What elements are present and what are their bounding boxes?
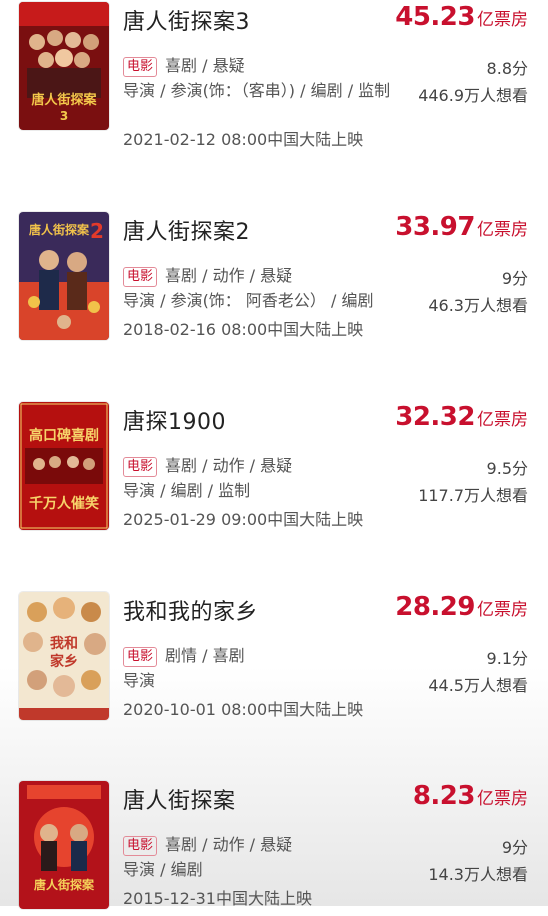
genre-row: 电影 喜剧 / 动作 / 悬疑 (123, 452, 292, 477)
movie-title[interactable]: 唐人街探案 (123, 783, 236, 815)
box-office-number: 45.23 (395, 2, 475, 32)
cast-roles: 导演 / 编剧 / 监制 (123, 481, 251, 500)
movie-title[interactable]: 唐人街探案3 (123, 4, 250, 36)
type-badge: 电影 (123, 647, 158, 667)
movie-item[interactable]: 唐人街探案 2 唐人街探案2 33.97 亿票房 电影 喜剧 / 动作 / 悬疑 9… (0, 212, 548, 347)
svg-text:我和: 我和 (50, 636, 78, 652)
box-office: 32.32 亿票房 (395, 402, 528, 432)
release-date: 2015-12-31中国大陆上映 (123, 889, 312, 908)
score: 9分 (501, 838, 528, 857)
svg-text:唐人街探案: 唐人街探案 (29, 222, 90, 237)
cast-roles: 导演 / 编剧 (123, 860, 203, 879)
genre-row: 电影 喜剧 / 悬疑 (123, 52, 245, 77)
release-date: 2025-01-29 09:00中国大陆上映 (123, 510, 364, 529)
want-to-see: 117.7万人想看 (418, 486, 528, 505)
box-office: 28.29 亿票房 (395, 592, 528, 622)
box-office: 33.97 亿票房 (395, 212, 528, 242)
svg-text:2: 2 (90, 219, 104, 243)
movie-item[interactable]: 高口碑喜剧 千万人催笑 唐探1900 32.32 亿票房 电影 喜剧 / 动作 / … (0, 402, 548, 537)
movie-poster[interactable]: 唐人街探案 (19, 781, 109, 909)
score: 8.8分 (486, 59, 528, 78)
score: 9分 (501, 269, 528, 288)
genres: 剧情 / 喜剧 (165, 646, 245, 665)
box-office-unit: 亿票房 (477, 10, 528, 30)
cast-roles: 导演 (123, 671, 156, 690)
cast-roles: 导演 / 参演(饰： 阿香老公） / 编剧 (123, 291, 374, 310)
box-office-number: 32.32 (395, 402, 475, 432)
want-to-see: 46.3万人想看 (428, 296, 528, 315)
box-office-number: 33.97 (395, 212, 475, 242)
genres: 喜剧 / 动作 / 悬疑 (165, 456, 293, 475)
genre-row: 电影 喜剧 / 动作 / 悬疑 (123, 831, 292, 856)
box-office: 45.23 亿票房 (395, 2, 528, 32)
svg-text:唐人街探案: 唐人街探案 (31, 92, 97, 108)
box-office-unit: 亿票房 (477, 410, 528, 430)
cast-roles: 导演 / 参演(饰：（客串）) / 编剧 / 监制 (123, 81, 391, 100)
box-office-unit: 亿票房 (477, 789, 528, 809)
movie-item[interactable]: 唐人街探案 3 唐人街探案3 45.23 亿票房 电影 喜剧 / 悬疑 8.8分 导… (0, 2, 548, 149)
type-badge: 电影 (123, 457, 158, 477)
movie-title[interactable]: 我和我的家乡 (123, 594, 258, 626)
genre-row: 电影 剧情 / 喜剧 (123, 642, 245, 667)
box-office: 8.23 亿票房 (413, 781, 528, 811)
box-office-number: 8.23 (412, 781, 476, 811)
movie-poster[interactable]: 高口碑喜剧 千万人催笑 (19, 402, 109, 530)
box-office-number: 28.29 (395, 592, 475, 622)
release-date: 2020-10-01 08:00中国大陆上映 (123, 700, 364, 719)
svg-text:家乡: 家乡 (50, 653, 78, 670)
genres: 喜剧 / 动作 / 悬疑 (165, 835, 293, 854)
score: 9.1分 (486, 649, 528, 668)
genres: 喜剧 / 动作 / 悬疑 (165, 266, 293, 285)
movie-item[interactable]: 唐人街探案 唐人街探案 8.23 亿票房 电影 喜剧 / 动作 / 悬疑 9分 导演… (0, 781, 548, 916)
release-date: 2018-02-16 08:00中国大陆上映 (123, 320, 364, 339)
movie-item[interactable]: 我和 家乡 我和我的家乡 28.29 亿票房 电影 剧情 / 喜剧 9.1分 导演 … (0, 592, 548, 727)
want-to-see: 14.3万人想看 (428, 865, 528, 884)
score: 9.5分 (486, 459, 528, 478)
box-office-unit: 亿票房 (477, 600, 528, 620)
release-date: 2021-02-12 08:00中国大陆上映 (123, 130, 364, 149)
movie-poster[interactable]: 唐人街探案 2 (19, 212, 109, 340)
svg-text:唐人街探案: 唐人街探案 (34, 877, 95, 892)
poster-slogan: 千万人催笑 (29, 495, 99, 512)
svg-text:3: 3 (60, 109, 68, 123)
want-to-see: 44.5万人想看 (428, 676, 528, 695)
poster-tagline: 高口碑喜剧 (29, 427, 99, 444)
movie-title[interactable]: 唐人街探案2 (123, 214, 250, 246)
type-badge: 电影 (123, 267, 158, 287)
movie-poster[interactable]: 唐人街探案 3 (19, 2, 109, 130)
type-badge: 电影 (123, 836, 158, 856)
movie-title[interactable]: 唐探1900 (123, 404, 226, 436)
want-to-see: 446.9万人想看 (418, 86, 528, 105)
box-office-unit: 亿票房 (477, 220, 528, 240)
type-badge: 电影 (123, 57, 158, 77)
genre-row: 电影 喜剧 / 动作 / 悬疑 (123, 262, 292, 287)
movie-poster[interactable]: 我和 家乡 (19, 592, 109, 720)
genres: 喜剧 / 悬疑 (165, 56, 245, 75)
